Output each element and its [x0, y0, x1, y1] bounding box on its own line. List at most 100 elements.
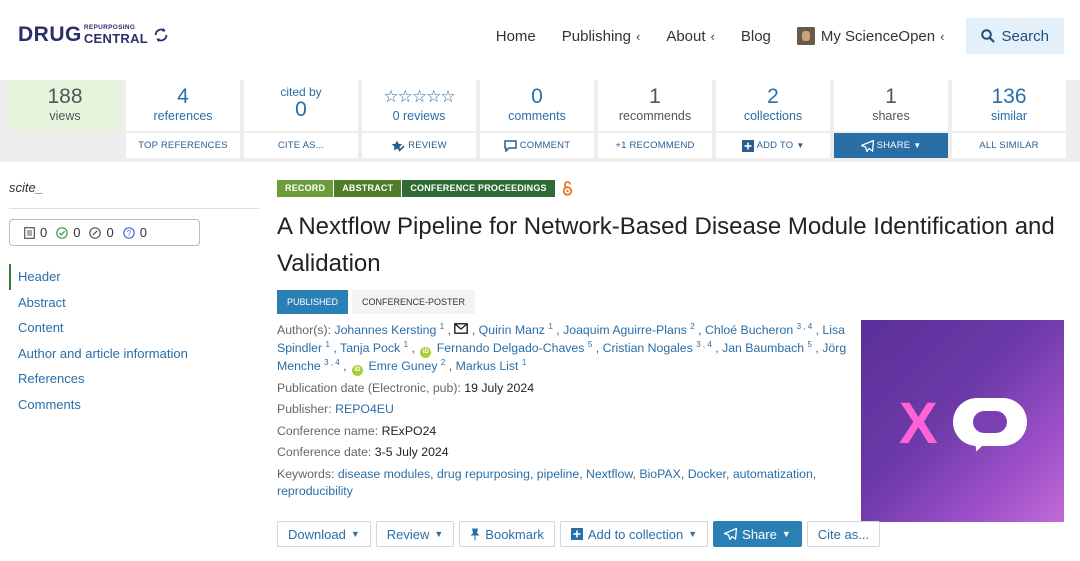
- recommends-stat-link[interactable]: 1 recommends: [598, 80, 712, 131]
- author-link[interactable]: Emre Guney: [368, 359, 437, 373]
- scite-mentioning: 0: [24, 225, 47, 240]
- search-button[interactable]: Search: [966, 18, 1064, 54]
- keyword-link[interactable]: disease modules: [338, 467, 430, 481]
- badge-conference-proceedings: CONFERENCE PROCEEDINGS: [402, 180, 555, 197]
- keyword-link[interactable]: pipeline: [537, 467, 579, 481]
- site-logo[interactable]: DRUG REPURPOSING CENTRAL: [18, 21, 170, 49]
- reviews-stat-link[interactable]: ☆☆☆☆☆ 0 reviews: [362, 80, 476, 131]
- add-collection-icon: [741, 139, 754, 152]
- toc-item-header[interactable]: Header: [9, 264, 249, 290]
- similar-label: similar: [990, 109, 1028, 123]
- cite-as-action-button[interactable]: Cite as...: [806, 521, 881, 547]
- all-similar-button[interactable]: ALL SIMILAR: [952, 133, 1066, 158]
- orcid-icon[interactable]: iD: [352, 364, 364, 376]
- author-link[interactable]: Markus List: [456, 359, 519, 373]
- bookmark-button[interactable]: Bookmark: [459, 521, 555, 547]
- keyword-link[interactable]: BioPAX: [639, 467, 680, 481]
- affiliation-marker: 3 , 4: [796, 322, 813, 331]
- cycle-icon: [154, 27, 168, 43]
- top-references-button[interactable]: TOP REFERENCES: [126, 133, 240, 158]
- table-of-contents: Header Abstract Content Author and artic…: [9, 264, 249, 417]
- recommends-label: recommends: [618, 109, 692, 123]
- references-label: references: [153, 109, 213, 123]
- collections-stat-link[interactable]: 2 collections: [716, 80, 830, 131]
- publisher-link[interactable]: REPO4EU: [335, 402, 394, 416]
- keyword-link[interactable]: reproducibility: [277, 484, 353, 498]
- toc-item-abstract[interactable]: Abstract: [9, 290, 249, 316]
- cite-as-button[interactable]: CITE AS...: [244, 133, 358, 158]
- question-circle-icon: ?: [122, 226, 135, 239]
- orcid-icon[interactable]: iD: [420, 346, 432, 358]
- status-badge: PUBLISHED: [277, 290, 349, 314]
- add-to-collection-label: Add to collection: [587, 526, 684, 542]
- author-link[interactable]: Jan Baumbach: [722, 341, 804, 355]
- caret-down-icon: ▼: [913, 141, 922, 150]
- references-stat-link[interactable]: 4 references: [126, 80, 240, 131]
- share-button[interactable]: SHARE ▼: [834, 133, 948, 158]
- add-to-collection-button[interactable]: Add to collection ▼: [559, 521, 709, 547]
- scite-unclassified: ? 0: [122, 225, 147, 240]
- nav-publishing-label: Publishing: [561, 27, 631, 45]
- conf-date-line: Conference date: 3-5 July 2024: [277, 444, 857, 462]
- nav-about-label: About: [666, 27, 706, 45]
- shares-count: 1: [885, 85, 897, 108]
- toc-item-references[interactable]: References: [9, 366, 249, 392]
- affiliation-marker: 5: [807, 339, 812, 349]
- collections-label: collections: [743, 109, 803, 123]
- keyword-link[interactable]: Docker: [688, 467, 726, 481]
- recommends-count: 1: [649, 85, 661, 108]
- toc-item-author-info[interactable]: Author and article information: [9, 341, 249, 367]
- comment-button[interactable]: COMMENT: [480, 133, 594, 158]
- keyword-link[interactable]: automatization: [733, 467, 813, 481]
- comment-icon: [504, 139, 517, 152]
- slash-circle-icon: [89, 226, 102, 239]
- toc-item-content[interactable]: Content: [9, 315, 249, 341]
- affiliation-marker: 1: [403, 339, 409, 349]
- similar-stat-link[interactable]: 136 similar: [952, 80, 1066, 131]
- toc-item-comments[interactable]: Comments: [9, 392, 249, 418]
- share-dropdown-button[interactable]: Share ▼: [713, 521, 802, 547]
- article-actions: Download ▼ Review ▼ Bookmark Add to coll…: [277, 521, 885, 547]
- download-button[interactable]: Download ▼: [277, 521, 371, 547]
- keyword-link[interactable]: drug repurposing: [437, 467, 530, 481]
- review-dropdown-label: Review: [386, 526, 430, 542]
- author-link[interactable]: Fernando Delgado-Chaves: [437, 341, 585, 355]
- search-label: Search: [1001, 27, 1049, 45]
- recommend-button[interactable]: +1 RECOMMEND: [598, 133, 712, 158]
- shares-label: shares: [872, 109, 910, 123]
- scite-badge[interactable]: 0 0 0 ? 0: [9, 219, 200, 246]
- scite-contrasting: 0: [89, 225, 114, 240]
- share-button-label: SHARE: [876, 140, 911, 151]
- comments-count: 0: [531, 85, 543, 108]
- cited-by-label: cited by: [280, 85, 322, 99]
- stat-shares: 1 shares SHARE ▼: [834, 80, 948, 162]
- share-dropdown-label: Share: [742, 526, 777, 542]
- author-link[interactable]: Tanja Pock: [340, 341, 400, 355]
- author-link[interactable]: Quirin Manz: [479, 323, 545, 337]
- comments-label: comments: [508, 109, 566, 123]
- review-dropdown-button[interactable]: Review ▼: [375, 521, 455, 547]
- review-button[interactable]: REVIEW: [362, 133, 476, 158]
- stat-similar: 136 similar ALL SIMILAR: [952, 80, 1066, 162]
- similar-count: 136: [991, 85, 1027, 108]
- nav-publishing[interactable]: Publishing ‹: [562, 28, 641, 45]
- nav-about[interactable]: About ‹: [666, 28, 715, 45]
- document-icon: [24, 226, 35, 239]
- nav-blog[interactable]: Blog: [741, 28, 771, 45]
- author-link[interactable]: Johannes Kersting: [334, 323, 436, 337]
- nav-home[interactable]: Home: [496, 28, 536, 45]
- keyword-link[interactable]: Nextflow: [586, 467, 632, 481]
- comments-stat-link[interactable]: 0 comments: [480, 80, 594, 131]
- badge-abstract: ABSTRACT: [334, 180, 402, 197]
- metrics-strip: 188 views 4 references TOP REFERENCES ci…: [0, 80, 1080, 162]
- author-link[interactable]: Cristian Nogales: [603, 341, 693, 355]
- avatar: [796, 27, 815, 45]
- author-link[interactable]: Joaquim Aguirre-Plans: [563, 323, 687, 337]
- cited-by-stat-link[interactable]: cited by 0: [244, 80, 358, 131]
- caret-down-icon: ▼: [688, 529, 698, 539]
- author-link[interactable]: Chloé Bucheron: [705, 323, 793, 337]
- mail-icon[interactable]: [454, 323, 469, 334]
- shares-stat-link[interactable]: 1 shares: [834, 80, 948, 131]
- nav-my-scienceopen[interactable]: My ScienceOpen ‹: [796, 27, 944, 45]
- add-to-button[interactable]: ADD TO ▼: [716, 133, 830, 158]
